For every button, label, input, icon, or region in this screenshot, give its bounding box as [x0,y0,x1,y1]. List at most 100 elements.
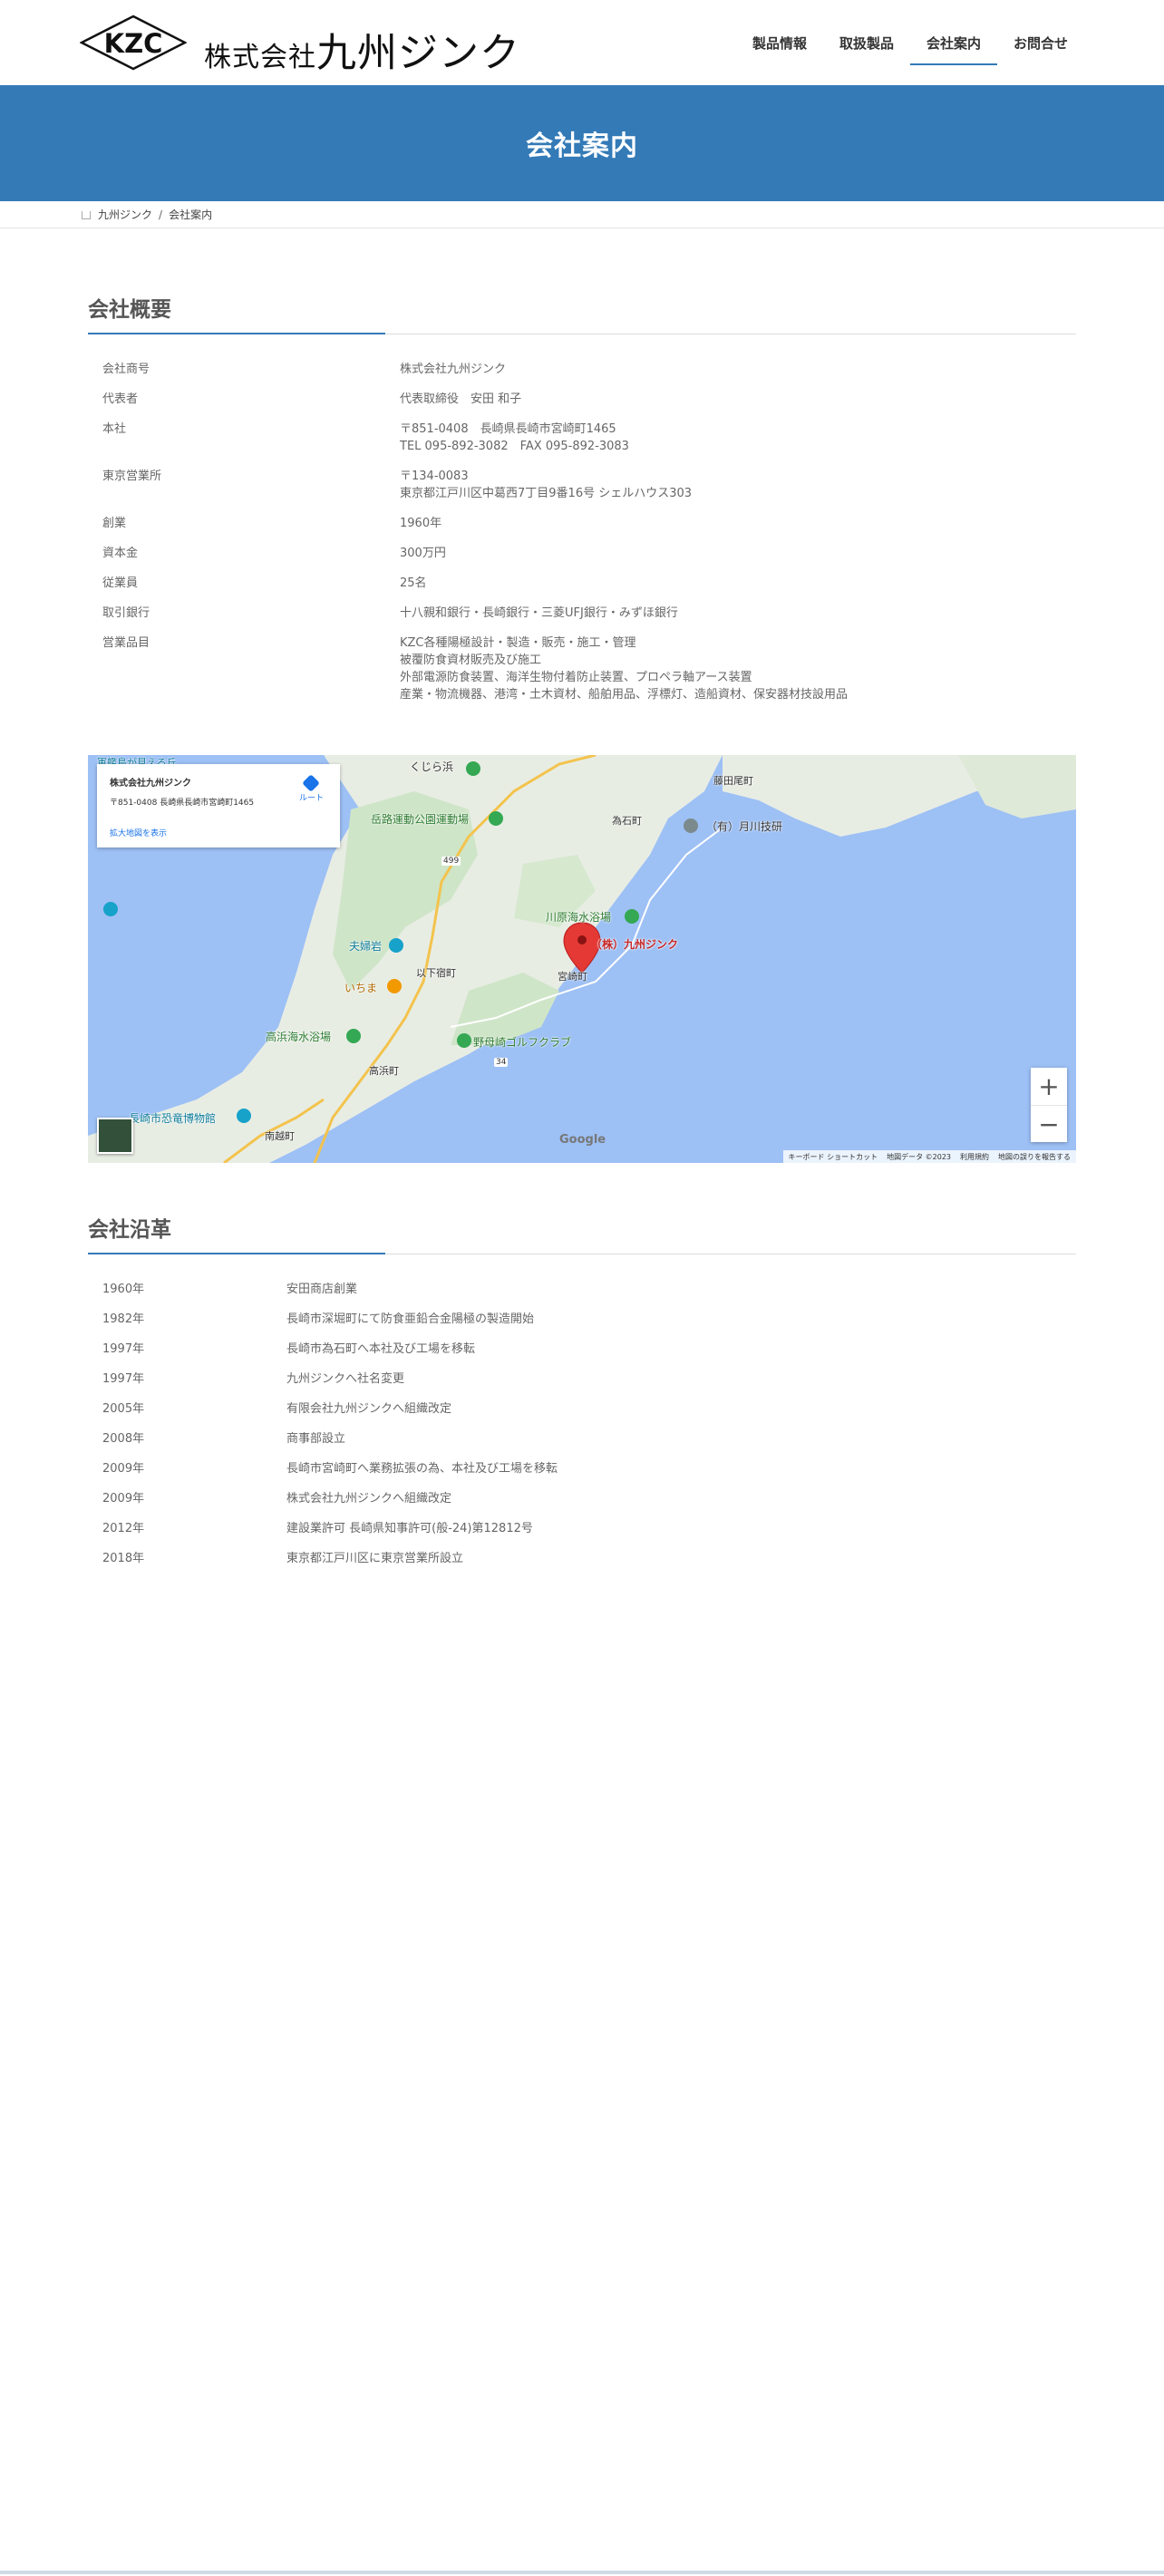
nav-item-contact[interactable]: お問合せ [997,0,1084,85]
overview-row: 代表者 代表取締役 安田 和子 [88,384,1076,414]
history-event: 長崎市宮崎町へ業務拡張の為、本社及び工場を移転 [286,1462,558,1476]
footer-divider [0,2571,1164,2574]
map-label: 川原海水浴場 [546,911,612,924]
poi-marker[interactable] [489,811,503,826]
home-icon [82,211,91,219]
map-place-card: 株式会社九州ジンク 〒851-0408 長崎県長崎市宮崎町1465 ルート 拡大… [97,764,340,847]
history-year: 2009年 [102,1462,145,1476]
map-label: 高浜海水浴場 [266,1031,332,1043]
map-card-title: 株式会社九州ジンク [110,779,191,789]
poi-marker[interactable] [466,761,480,776]
overview-value-line: 代表取締役 安田 和子 [400,392,522,406]
map-terms[interactable]: 利用規約 [960,1152,989,1162]
map-label-company[interactable]: （株）九州ジンク [591,936,678,952]
overview-row: 従業員 25名 [88,568,1076,598]
overview-row: 会社商号 株式会社九州ジンク [88,354,1076,384]
poi-marker[interactable] [389,938,403,953]
map-keyboard-shortcuts[interactable]: キーボード ショートカット [789,1152,878,1162]
map-label: 以下宿町 [416,967,456,979]
history-event: 九州ジンクへ社名変更 [286,1372,405,1386]
logo-mark-text: KZC [104,28,163,59]
poi-marker[interactable] [346,1029,361,1043]
overview-key: 取引銀行 [102,606,150,620]
embedded-map[interactable]: （株）九州ジンク くじら浜 藤田尾町 為石町 （有）月川技研 岳路運動公園運動場… [88,755,1076,1163]
satellite-toggle[interactable] [97,1118,133,1154]
history-row: 2009年 長崎市宮崎町へ業務拡張の為、本社及び工場を移転 [88,1454,1076,1484]
poi-marker[interactable] [457,1033,471,1048]
history-row: 2018年 東京都江戸川区に東京営業所設立 [88,1544,1076,1574]
history-row: 2005年 有限会社九州ジンクへ組織改定 [88,1394,1076,1424]
overview-value: 25名 [400,575,1076,592]
overview-row: 本社 〒851-0408 長崎県長崎市宮崎町1465 TEL 095-892-3… [88,414,1076,461]
history-year: 1997年 [102,1372,145,1386]
overview-value: 十八親和銀行・長崎銀行・三菱UFJ銀行・みずほ銀行 [400,605,1076,622]
map-label: 岳路運動公園運動場 [371,813,470,826]
map-label: （有）月川技研 [706,820,783,833]
map-label: いちま [344,982,378,994]
page-title-band: 会社案内 [0,85,1164,201]
overview-key: 会社商号 [102,363,150,376]
map-label: 藤田尾町 [713,775,753,787]
history-event: 長崎市為石町へ本社及び工場を移転 [286,1342,476,1356]
map-land-northeast [958,755,1076,818]
map-zoom-controls: + − [1031,1068,1067,1142]
nav-item-handled-products[interactable]: 取扱製品 [823,0,910,85]
history-year: 2009年 [102,1492,145,1506]
poi-marker[interactable] [387,979,402,993]
history-row: 1997年 九州ジンクへ社名変更 [88,1364,1076,1394]
poi-marker[interactable] [625,909,639,924]
breadcrumb: 九州ジンク / 会社案内 [0,201,1164,228]
breadcrumb-home-link[interactable]: 九州ジンク [98,207,152,222]
overview-value-line: 東京都江戸川区中葛西7丁目9番16号 シェルハウス303 [400,487,693,500]
history-event: 株式会社九州ジンクへ組織改定 [286,1492,452,1506]
overview-value-line: 300万円 [400,547,446,560]
overview-table: 会社商号 株式会社九州ジンク 代表者 代表取締役 安田 和子 本社 〒851-0… [88,354,1076,710]
poi-marker[interactable] [237,1109,251,1123]
history-event: 建設業許可 長崎県知事許可(般-24)第12812号 [286,1522,533,1535]
overview-key: 本社 [102,422,127,436]
overview-value-line: 株式会社九州ジンク [400,363,507,376]
overview-key: 資本金 [102,547,139,560]
poi-marker[interactable] [103,902,118,916]
map-directions-label: ルート [298,794,324,803]
nav-item-products[interactable]: 製品情報 [736,0,823,85]
nav-item-company[interactable]: 会社案内 [909,0,997,85]
site-logo[interactable]: KZC 株式会社九州ジンク [80,15,519,76]
history-row: 1982年 長崎市深堀町にて防食亜鉛合金陽極の製造開始 [88,1304,1076,1334]
zoom-out-button[interactable]: − [1031,1105,1067,1142]
site-header: KZC 株式会社九州ジンク 製品情報 取扱製品 会社案内 お問合せ [0,0,1164,85]
history-year: 1982年 [102,1312,145,1326]
map-label: 高浜町 [369,1065,399,1077]
map-label: 野母崎ゴルフクラブ [473,1036,572,1049]
overview-row: 取引銀行 十八親和銀行・長崎銀行・三菱UFJ銀行・みずほ銀行 [88,598,1076,628]
overview-value-line: TEL 095-892-3082 FAX 095-892-3083 [400,440,629,453]
map-report-error[interactable]: 地図の誤りを報告する [998,1152,1071,1162]
overview-value: 1960年 [400,515,1076,532]
overview-value-line: 25名 [400,576,427,590]
history-row: 2009年 株式会社九州ジンクへ組織改定 [88,1484,1076,1514]
overview-value: 株式会社九州ジンク [400,361,1076,378]
overview-key: 東京営業所 [102,470,162,483]
main-nav: 製品情報 取扱製品 会社案内 お問合せ [736,0,1084,85]
overview-key: 営業品目 [102,636,150,650]
map-directions-button[interactable]: ルート [298,774,324,803]
map-larger-map-link[interactable]: 拡大地図を表示 [110,827,167,838]
directions-icon [302,774,321,792]
overview-value-line: 〒134-0083 [400,470,469,483]
history-event: 安田商店創業 [286,1283,358,1296]
map-label: 南越町 [265,1130,295,1142]
overview-value: 〒134-0083 東京都江戸川区中葛西7丁目9番16号 シェルハウス303 [400,468,1076,502]
history-year: 1997年 [102,1342,145,1356]
overview-row: 東京営業所 〒134-0083 東京都江戸川区中葛西7丁目9番16号 シェルハウ… [88,461,1076,508]
history-event: 長崎市深堀町にて防食亜鉛合金陽極の製造開始 [286,1312,535,1326]
overview-value: KZC各種陽極設計・製造・販売・施工・管理 被覆防食資材販売及び施工 外部電源防… [400,634,1076,703]
poi-marker[interactable] [684,818,698,833]
zoom-in-button[interactable]: + [1031,1068,1067,1105]
overview-value-line: 外部電源防食装置、海洋生物付着防止装置、プロペラ軸アース装置 [400,671,752,684]
map-footer: キーボード ショートカット 地図データ ©2023 利用規約 地図の誤りを報告す… [782,1150,1076,1163]
map-label: 為石町 [612,815,642,827]
logo-prefix: 株式会社 [204,42,316,73]
overview-value-line: 〒851-0408 長崎県長崎市宮崎町1465 [400,422,616,436]
history-year: 2018年 [102,1552,145,1565]
overview-key: 代表者 [102,392,139,406]
